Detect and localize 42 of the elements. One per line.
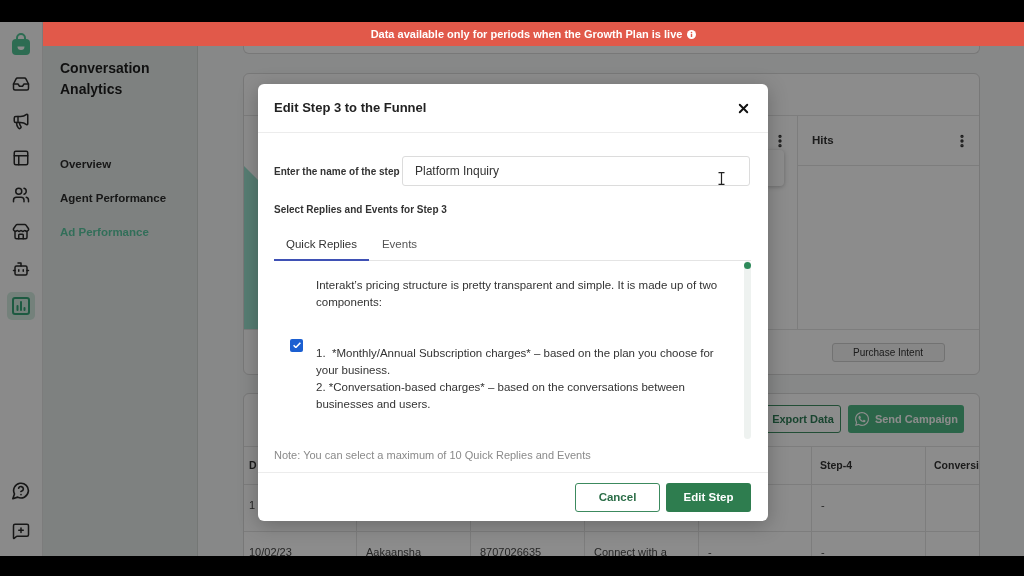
dialog-title: Edit Step 3 to the Funnel [274,99,427,118]
text-cursor-icon [718,172,725,185]
sidebar-item[interactable]: Agent Performance [60,182,167,216]
info-icon[interactable] [687,29,697,39]
quick-reply-text: Interakt’s pricing structure is pretty transparent and simple. It is made up of two components: 1. *Monthly/Annual Subscription charges* – based on the plan you choose for your business. 2. *Conversation-based charges* – based on the conversations between businesses and users. [316,278,719,412]
robot-icon[interactable] [12,260,30,278]
step-button[interactable]: Purchase Intent [831,342,945,362]
megaphone-icon[interactable] [12,112,30,130]
edit-step-button[interactable]: Edit Step [666,483,751,512]
checkbox[interactable] [290,338,303,352]
help-icon[interactable] [12,482,30,500]
cancel-button[interactable]: Cancel [575,483,660,512]
layout-icon[interactable] [12,149,30,167]
column-header: Conversi [934,457,979,473]
sidebar-title: Conversation Analytics [60,59,151,99]
table-cell: 8707026635 [480,546,542,556]
tab[interactable]: Quick Replies [274,230,369,261]
section-label: Select Replies and Events for Step 3 [274,204,448,216]
sidebar-item[interactable]: Overview [60,148,112,182]
inbox-icon[interactable] [12,75,30,93]
table-cell: Connect with a [594,546,667,556]
tab[interactable]: Events [368,230,431,261]
table-cell: Aakaansha [366,546,422,556]
table-cell: - [821,499,825,511]
store-icon[interactable] [12,223,30,241]
banner-text: Data available only for periods when the Growth Plan is live [370,26,683,42]
users-icon[interactable] [12,186,30,204]
table-cell: 10/02/23 [249,546,292,556]
column-header: D [249,457,257,473]
column-header: Step-4 [820,457,853,473]
table-cell: - [821,546,825,556]
whatsapp-icon [853,411,870,427]
scrollbar-track[interactable] [744,261,751,439]
table-cell: 1 [249,499,256,511]
message-plus-icon[interactable] [12,522,30,540]
scrollbar-thumb[interactable] [744,262,751,269]
field-label: Enter the name of the step [274,164,401,179]
note-text: Note: You can select a maximum of 10 Quick Replies and Events [274,448,592,462]
table-cell: - [708,546,712,556]
column-header: Hits [812,132,834,148]
step-name-input[interactable]: Platform Inquiry [402,156,750,186]
checkmark-icon [292,342,301,348]
